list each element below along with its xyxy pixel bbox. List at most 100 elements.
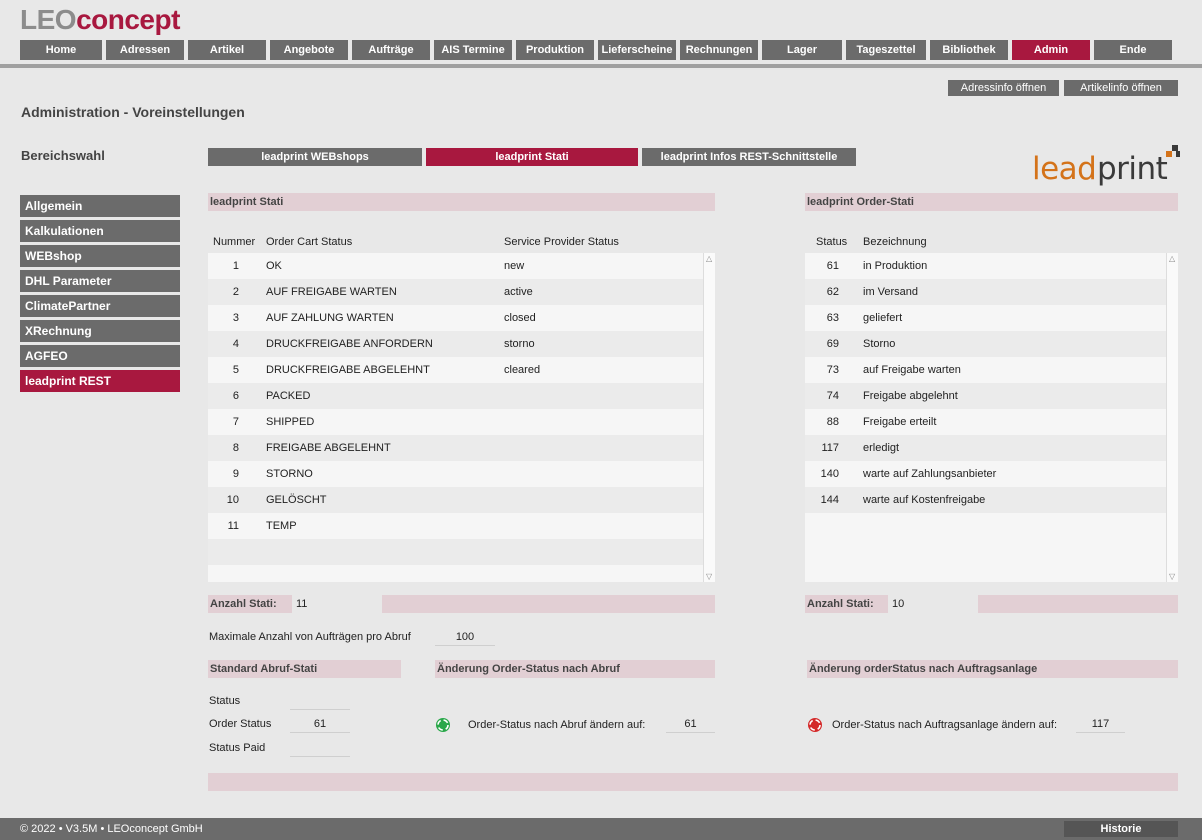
table-row[interactable]: 1 OK new	[208, 253, 703, 279]
table-row[interactable]	[805, 513, 1166, 539]
col-header-service-provider-status: Service Provider Status	[504, 236, 619, 248]
nav-item-rechnungen[interactable]: Rechnungen	[680, 40, 758, 60]
cell-order-cart-status: GELÖSCHT	[266, 494, 327, 506]
scroll-up-icon[interactable]: △	[706, 254, 712, 263]
cell-nummer: 2	[232, 286, 239, 298]
cell-status: 63	[826, 312, 839, 324]
status-paid-input[interactable]	[290, 739, 350, 757]
change-abruf-label: Order-Status nach Abruf ändern auf:	[468, 719, 646, 731]
nav-item-lieferscheine[interactable]: Lieferscheine	[598, 40, 676, 60]
table-row[interactable]: 61 in Produktion	[805, 253, 1166, 279]
table-row[interactable]: 9 STORNO	[208, 461, 703, 487]
table-row[interactable]: 10 GELÖSCHT	[208, 487, 703, 513]
stati-count-bar: Anzahl Stati:	[208, 595, 715, 613]
table-row[interactable]: 88 Freigabe erteilt	[805, 409, 1166, 435]
tab-leadprint-stati[interactable]: leadprint Stati	[426, 148, 638, 166]
footer: © 2022 • V3.5M • LEOconcept GmbH Histori…	[0, 818, 1202, 840]
table-row[interactable]: 73 auf Freigabe warten	[805, 357, 1166, 383]
bottom-section-bar	[208, 773, 1178, 791]
table-row[interactable]: 5 DRUCKFREIGABE ABGELEHNT cleared	[208, 357, 703, 383]
nav-item-produktion[interactable]: Produktion	[516, 40, 594, 60]
change-anlage-input[interactable]: 117	[1076, 715, 1125, 733]
table-row[interactable]	[208, 539, 703, 565]
brand-mark-icon	[1166, 145, 1180, 157]
table-row[interactable]: 63 geliefert	[805, 305, 1166, 331]
footer-copyright: © 2022 • V3.5M • LEOconcept GmbH	[20, 823, 203, 835]
table-row[interactable]: 6 PACKED	[208, 383, 703, 409]
nav-item-bibliothek[interactable]: Bibliothek	[930, 40, 1008, 60]
scroll-up-icon[interactable]: △	[1169, 254, 1175, 263]
sidebar-item-leadprint-rest[interactable]: leadprint REST	[20, 370, 180, 392]
status-label: Status	[209, 695, 241, 707]
nav-item-admin[interactable]: Admin	[1012, 40, 1090, 60]
change-abruf-input[interactable]: 61	[666, 715, 715, 733]
cell-status: 73	[826, 364, 839, 376]
nav-divider	[0, 64, 1202, 68]
sidebar-item-webshop[interactable]: WEBshop	[20, 245, 180, 267]
order-stati-scrollbar[interactable]: △ ▽	[1166, 253, 1178, 582]
cell-status: 88	[826, 416, 839, 428]
table-row[interactable]: 7 SHIPPED	[208, 409, 703, 435]
table-row[interactable]: 4 DRUCKFREIGABE ANFORDERN storno	[208, 331, 703, 357]
cell-bezeichnung: Freigabe abgelehnt	[863, 390, 958, 402]
scroll-down-icon[interactable]: ▽	[706, 572, 712, 581]
status-paid-label: Status Paid	[209, 742, 266, 754]
max-orders-input[interactable]: 100	[435, 628, 495, 646]
nav-item-artikel[interactable]: Artikel	[188, 40, 266, 60]
cell-status: 74	[826, 390, 839, 402]
nav-item-home[interactable]: Home	[20, 40, 102, 60]
stati-count-label: Anzahl Stati:	[210, 598, 277, 610]
status-active-icon[interactable]	[436, 718, 450, 732]
table-row[interactable]: 3 AUF ZAHLUNG WARTEN closed	[208, 305, 703, 331]
cell-bezeichnung: in Produktion	[863, 260, 928, 272]
table-row[interactable]: 144 warte auf Kostenfreigabe	[805, 487, 1166, 513]
nav-item-lager[interactable]: Lager	[762, 40, 842, 60]
cell-service-provider-status: active	[504, 286, 533, 298]
nav-item-ende[interactable]: Ende	[1094, 40, 1172, 60]
order-stati-table[interactable]: 144 warte auf Kostenfreigabe 140 warte auf …	[805, 253, 1178, 582]
cell-nummer: 3	[232, 312, 239, 324]
cell-bezeichnung: im Versand	[863, 286, 919, 298]
cell-nummer: 1	[232, 260, 239, 272]
sidebar-item-agfeo[interactable]: AGFEO	[20, 345, 180, 367]
cell-service-provider-status: closed	[504, 312, 536, 324]
nav-item-auftr-ge[interactable]: Aufträge	[352, 40, 430, 60]
scroll-down-icon[interactable]: ▽	[1169, 572, 1175, 581]
table-row[interactable]: 117 erledigt	[805, 435, 1166, 461]
sidebar-item-allgemein[interactable]: Allgemein	[20, 195, 180, 217]
order-stati-section-header: leadprint Order-Stati	[805, 193, 1178, 211]
order-status-input[interactable]: 61	[290, 715, 350, 733]
table-row[interactable]: 74 Freigabe abgelehnt	[805, 383, 1166, 409]
nav-item-tageszettel[interactable]: Tageszettel	[846, 40, 926, 60]
table-row[interactable]: 8 FREIGABE ABGELEHNT	[208, 435, 703, 461]
cell-order-cart-status: DRUCKFREIGABE ABGELEHNT	[266, 364, 430, 376]
sidebar-item-kalkulationen[interactable]: Kalkulationen	[20, 220, 180, 242]
col-header-order-cart-status: Order Cart Status	[266, 236, 353, 248]
table-row[interactable]: 140 warte auf Zahlungsanbieter	[805, 461, 1166, 487]
sidebar-item-climatepartner[interactable]: ClimatePartner	[20, 295, 180, 317]
cell-bezeichnung: warte auf Zahlungsanbieter	[863, 468, 997, 480]
order-stati-count-label: Anzahl Stati:	[807, 598, 874, 610]
standard-abruf-header: Standard Abruf-Stati	[208, 660, 401, 678]
nav-item-ais-termine[interactable]: AIS Termine	[434, 40, 512, 60]
artikelinfo-button[interactable]: Artikelinfo öffnen	[1064, 80, 1178, 96]
sidebar-item-dhl-parameter[interactable]: DHL Parameter	[20, 270, 180, 292]
stati-table[interactable]: 11 TEMP 10 GELÖSCHT 9 STORNO 8 FREIGABE ABGELEH…	[208, 253, 715, 582]
table-row[interactable]: 11 TEMP	[208, 513, 703, 539]
table-row[interactable]: 69 Storno	[805, 331, 1166, 357]
historie-button[interactable]: Historie	[1064, 821, 1178, 837]
nav-item-adressen[interactable]: Adressen	[106, 40, 184, 60]
table-row[interactable]: 2 AUF FREIGABE WARTEN active	[208, 279, 703, 305]
adressinfo-button[interactable]: Adressinfo öffnen	[948, 80, 1059, 96]
cell-nummer: 7	[232, 416, 239, 428]
stati-scrollbar[interactable]: △ ▽	[703, 253, 715, 582]
nav-item-angebote[interactable]: Angebote	[270, 40, 348, 60]
status-input[interactable]	[290, 692, 350, 710]
stati-count-value: 11	[292, 595, 382, 613]
change-anlage-label: Order-Status nach Auftragsanlage ändern …	[832, 719, 1058, 731]
sidebar-item-xrechnung[interactable]: XRechnung	[20, 320, 180, 342]
tab-leadprint-webshops[interactable]: leadprint WEBshops	[208, 148, 422, 166]
tab-leadprint-infos-rest-schnittstelle[interactable]: leadprint Infos REST-Schnittstelle	[642, 148, 856, 166]
table-row[interactable]: 62 im Versand	[805, 279, 1166, 305]
status-inactive-icon[interactable]	[808, 718, 822, 732]
